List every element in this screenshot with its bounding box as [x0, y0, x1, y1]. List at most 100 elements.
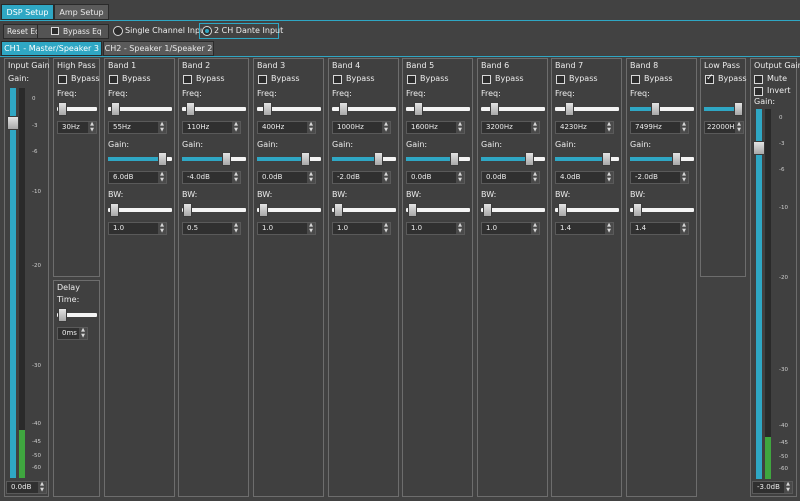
slider-handle[interactable]: [525, 152, 534, 166]
spin-arrows-icon[interactable]: ▲ ▼: [88, 122, 96, 133]
slider-handle[interactable]: [334, 203, 343, 217]
spin-arrows-icon[interactable]: ▲ ▼: [680, 223, 688, 234]
slider-handle[interactable]: [111, 102, 120, 116]
band-freq-field[interactable]: 1600Hz ▲ ▼: [406, 121, 465, 134]
band-freq-field[interactable]: 1000Hz ▲ ▼: [332, 121, 391, 134]
band-gain-slider[interactable]: [332, 152, 396, 166]
band-freq-slider[interactable]: [257, 102, 321, 116]
dante-input-radio[interactable]: [202, 26, 212, 36]
spin-arrows-icon[interactable]: ▲ ▼: [456, 172, 464, 183]
spin-arrows-icon[interactable]: ▲ ▼: [531, 122, 539, 133]
band-freq-field[interactable]: 3200Hz ▲ ▼: [481, 121, 540, 134]
input-gain-slider-track[interactable]: [10, 88, 16, 478]
band-gain-slider[interactable]: [406, 152, 470, 166]
output-gain-value-field[interactable]: -3.0dB ▲ ▼: [752, 481, 793, 494]
band-bw-slider[interactable]: [555, 203, 619, 217]
mute-checkbox[interactable]: [754, 75, 763, 84]
band-gain-field[interactable]: -4.0dB ▲ ▼: [182, 171, 241, 184]
spin-arrows-icon[interactable]: ▲ ▼: [38, 482, 46, 493]
spin-arrows-icon[interactable]: ▲ ▼: [680, 122, 688, 133]
spin-arrows-icon[interactable]: ▲ ▼: [784, 482, 792, 493]
band-freq-field[interactable]: 4230Hz ▲ ▼: [555, 121, 614, 134]
spin-arrows-icon[interactable]: ▲ ▼: [232, 223, 240, 234]
band-freq-slider[interactable]: [182, 102, 246, 116]
slider-handle[interactable]: [450, 152, 459, 166]
band-bw-field[interactable]: 1.0 ▲ ▼: [332, 222, 391, 235]
slider-handle[interactable]: [186, 102, 195, 116]
band-gain-slider[interactable]: [257, 152, 321, 166]
spin-arrows-icon[interactable]: ▲ ▼: [307, 223, 315, 234]
bypass-eq-button[interactable]: Bypass Eq: [37, 24, 109, 39]
band-freq-slider[interactable]: [406, 102, 470, 116]
band-bw-field[interactable]: 0.5 ▲ ▼: [182, 222, 241, 235]
slider-handle[interactable]: [183, 203, 192, 217]
low-pass-freq-field[interactable]: 22000Hz ▲ ▼: [704, 121, 744, 134]
spin-arrows-icon[interactable]: ▲ ▼: [307, 172, 315, 183]
spin-arrows-icon[interactable]: ▲ ▼: [680, 172, 688, 183]
spin-arrows-icon[interactable]: ▲ ▼: [382, 223, 390, 234]
band-bypass-checkbox[interactable]: [109, 75, 118, 84]
spin-arrows-icon[interactable]: ▲ ▼: [79, 328, 87, 339]
spin-arrows-icon[interactable]: ▲ ▼: [158, 122, 166, 133]
band-bypass-checkbox[interactable]: [482, 75, 491, 84]
band-freq-field[interactable]: 400Hz ▲ ▼: [257, 121, 316, 134]
band-freq-slider[interactable]: [630, 102, 694, 116]
slider-handle[interactable]: [110, 203, 119, 217]
spin-arrows-icon[interactable]: ▲ ▼: [605, 172, 613, 183]
band-gain-slider[interactable]: [481, 152, 545, 166]
band-bw-slider[interactable]: [406, 203, 470, 217]
band-bw-slider[interactable]: [332, 203, 396, 217]
band-gain-field[interactable]: 0.0dB ▲ ▼: [257, 171, 316, 184]
band-freq-field[interactable]: 7499Hz ▲ ▼: [630, 121, 689, 134]
bypass-eq-checkbox[interactable]: [51, 27, 59, 35]
band-bw-field[interactable]: 1.0 ▲ ▼: [108, 222, 167, 235]
band-bw-slider[interactable]: [630, 203, 694, 217]
spin-arrows-icon[interactable]: ▲ ▼: [158, 223, 166, 234]
band-bypass-checkbox[interactable]: [333, 75, 342, 84]
slider-handle[interactable]: [633, 203, 642, 217]
band-freq-field[interactable]: 55Hz ▲ ▼: [108, 121, 167, 134]
band-gain-field[interactable]: 0.0dB ▲ ▼: [481, 171, 540, 184]
spin-arrows-icon[interactable]: ▲ ▼: [735, 122, 743, 133]
delay-time-slider[interactable]: [57, 308, 97, 322]
band-bw-field[interactable]: 1.0 ▲ ▼: [257, 222, 316, 235]
slider-handle[interactable]: [414, 102, 423, 116]
tab-ch1[interactable]: CH1 - Master/Speaker 3: [1, 41, 102, 56]
band-gain-field[interactable]: 0.0dB ▲ ▼: [406, 171, 465, 184]
high-pass-freq-slider[interactable]: [57, 102, 97, 116]
slider-handle[interactable]: [490, 102, 499, 116]
invert-checkbox[interactable]: [754, 87, 763, 96]
slider-handle[interactable]: [301, 152, 310, 166]
band-gain-field[interactable]: -2.0dB ▲ ▼: [630, 171, 689, 184]
spin-arrows-icon[interactable]: ▲ ▼: [158, 172, 166, 183]
slider-handle[interactable]: [374, 152, 383, 166]
spin-arrows-icon[interactable]: ▲ ▼: [605, 122, 613, 133]
band-bw-slider[interactable]: [182, 203, 246, 217]
band-bypass-checkbox[interactable]: [258, 75, 267, 84]
spin-arrows-icon[interactable]: ▲ ▼: [456, 122, 464, 133]
slider-handle[interactable]: [408, 203, 417, 217]
band-freq-slider[interactable]: [108, 102, 172, 116]
input-gain-slider-handle[interactable]: [7, 116, 19, 130]
band-bypass-checkbox[interactable]: [556, 75, 565, 84]
spin-arrows-icon[interactable]: ▲ ▼: [307, 122, 315, 133]
band-bw-field[interactable]: 1.4 ▲ ▼: [630, 222, 689, 235]
band-bypass-checkbox[interactable]: [407, 75, 416, 84]
band-gain-slider[interactable]: [108, 152, 172, 166]
slider-handle[interactable]: [558, 203, 567, 217]
band-bw-slider[interactable]: [257, 203, 321, 217]
band-bw-field[interactable]: 1.0 ▲ ▼: [481, 222, 540, 235]
slider-handle[interactable]: [263, 102, 272, 116]
band-gain-field[interactable]: 4.0dB ▲ ▼: [555, 171, 614, 184]
spin-arrows-icon[interactable]: ▲ ▼: [531, 223, 539, 234]
tab-amp-setup[interactable]: Amp Setup: [54, 4, 109, 20]
band-freq-field[interactable]: 110Hz ▲ ▼: [182, 121, 241, 134]
band-bw-slider[interactable]: [108, 203, 172, 217]
band-gain-slider[interactable]: [555, 152, 619, 166]
single-channel-input-radio[interactable]: [113, 26, 123, 36]
low-pass-freq-slider[interactable]: [704, 102, 743, 116]
spin-arrows-icon[interactable]: ▲ ▼: [382, 122, 390, 133]
slider-handle[interactable]: [339, 102, 348, 116]
band-bypass-checkbox[interactable]: [631, 75, 640, 84]
spin-arrows-icon[interactable]: ▲ ▼: [232, 122, 240, 133]
